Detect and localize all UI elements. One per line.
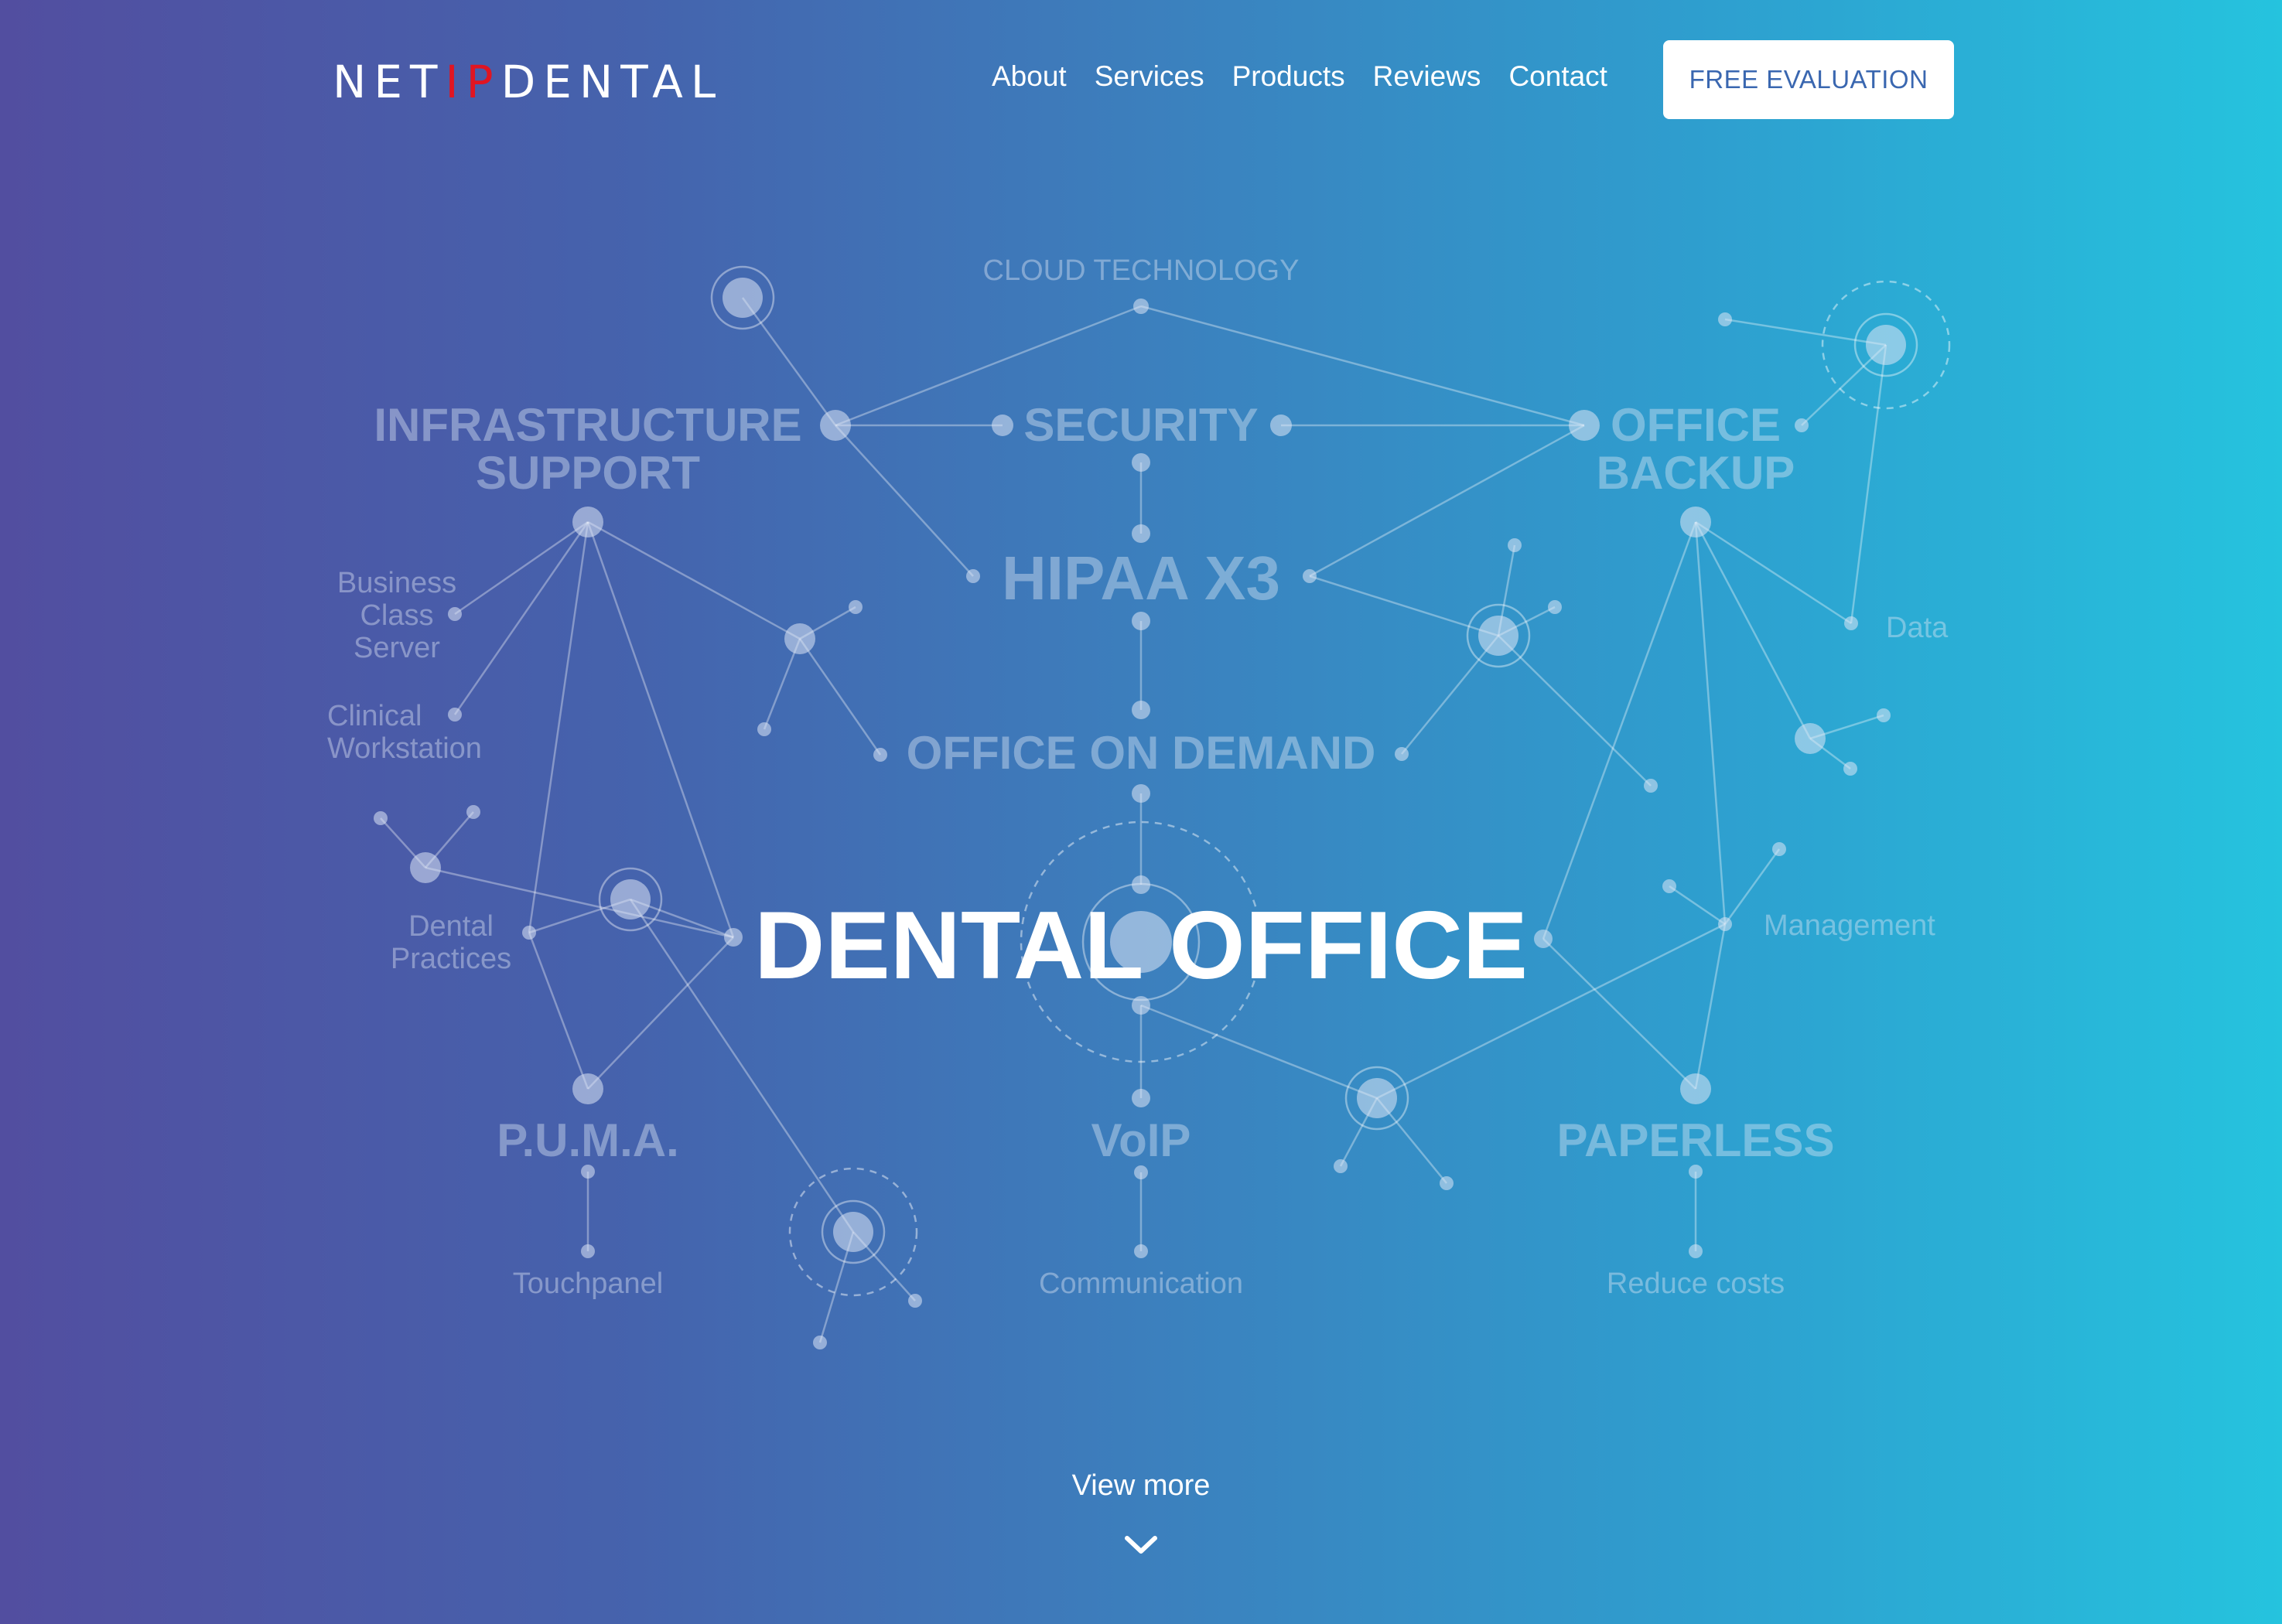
label-communication: Communication: [1039, 1267, 1243, 1300]
label-office: OFFICE: [1611, 399, 1781, 451]
view-more-link[interactable]: View more: [986, 1469, 1296, 1503]
label-support: SUPPORT: [476, 447, 700, 499]
label-voip: VoIP: [1091, 1114, 1191, 1166]
label-backup: BACKUP: [1597, 447, 1795, 499]
label-hipaa: HIPAA X3: [1002, 544, 1280, 612]
label-touchpanel: Touchpanel: [513, 1267, 663, 1300]
label-clinical: Clinical: [327, 700, 422, 732]
network-labels: CLOUD TECHNOLOGY INFRASTRUCTURE SUPPORT …: [327, 254, 1949, 1300]
label-business: Business: [337, 567, 456, 599]
hero-title: DENTAL OFFICE: [754, 892, 1528, 999]
label-dental: Dental: [408, 910, 494, 943]
label-server: Server: [354, 632, 440, 664]
label-cloud-technology: CLOUD TECHNOLOGY: [983, 254, 1300, 287]
label-paperless: PAPERLESS: [1557, 1114, 1835, 1166]
network-diagram: CLOUD TECHNOLOGY INFRASTRUCTURE SUPPORT …: [327, 254, 1951, 1349]
label-office-on-demand: OFFICE ON DEMAND: [907, 727, 1376, 779]
label-reduce-costs: Reduce costs: [1607, 1267, 1785, 1300]
label-security: SECURITY: [1023, 399, 1258, 451]
label-data: Data: [1886, 612, 1949, 644]
label-puma: P.U.M.A.: [497, 1114, 679, 1166]
label-practices: Practices: [391, 943, 511, 975]
label-class: Class: [360, 599, 433, 632]
label-management: Management: [1764, 909, 1935, 942]
chevron-down-icon[interactable]: [1123, 1533, 1159, 1556]
label-workstation: Workstation: [327, 732, 482, 765]
label-infrastructure: INFRASTRUCTURE: [374, 399, 801, 451]
